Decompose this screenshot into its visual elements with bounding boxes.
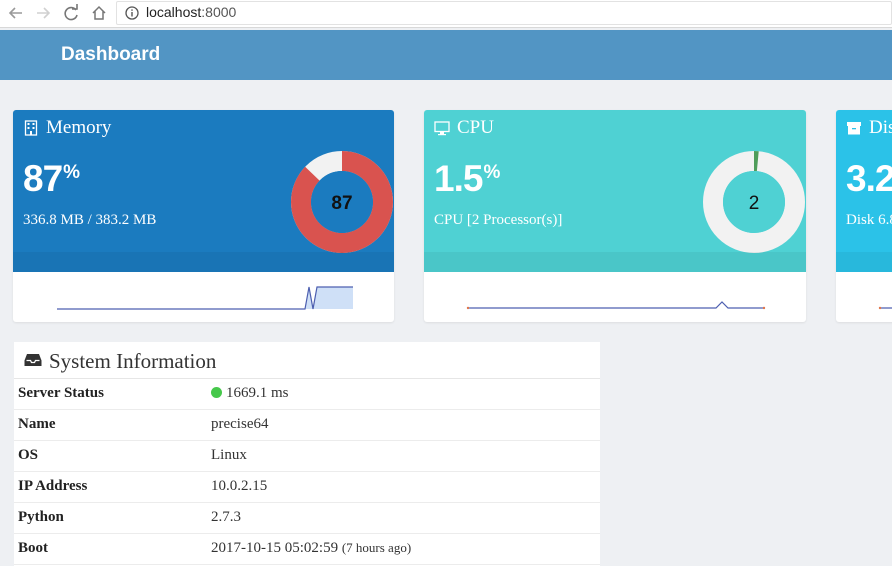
row-value: 10.0.2.15 — [211, 478, 268, 494]
cpu-processor-detail: CPU [2 Processor(s)] — [434, 212, 563, 228]
row-key: Server Status — [18, 385, 104, 401]
disk-sparkline — [878, 306, 892, 310]
reload-icon[interactable] — [60, 2, 82, 24]
memory-percent: 87% — [23, 158, 80, 199]
system-information-header: System Information — [14, 342, 600, 379]
home-icon[interactable] — [88, 2, 110, 24]
monitor-icon — [434, 120, 450, 136]
row-value: precise64 — [211, 416, 269, 432]
page-title: Dashboard — [61, 44, 161, 65]
cpu-donut-label: 2 — [749, 193, 760, 214]
table-row-name: Name precise64 — [14, 410, 600, 441]
row-key: OS — [18, 447, 39, 463]
cpu-percent: 1.5% — [434, 158, 500, 199]
forward-arrow-icon[interactable] — [32, 2, 54, 24]
url-text: localhost:8000 — [146, 4, 237, 20]
disk-card: Disk 3.2 Disk 6.8 — [836, 110, 892, 322]
table-row-ip-address: IP Address 10.0.2.15 — [14, 472, 600, 503]
disk-value: 3.2 — [846, 158, 892, 199]
memory-sparkline — [57, 286, 353, 310]
memory-title: Memory — [46, 117, 112, 138]
memory-donut-label: 87 — [331, 193, 352, 214]
address-bar[interactable]: localhost:8000 — [116, 1, 892, 25]
table-row-server-status: Server Status 1669.1 ms — [14, 379, 600, 410]
memory-card: Memory 87% 336.8 MB / 383.2 MB 87 — [13, 110, 394, 322]
row-value: 2.7.3 — [211, 509, 241, 525]
cpu-card-header: CPU 1.5% CPU [2 Processor(s)] 2 — [424, 110, 806, 272]
row-key: IP Address — [18, 478, 88, 494]
app-header: Dashboard — [0, 30, 892, 80]
inbox-icon — [24, 353, 42, 367]
disk-detail: Disk 6.8 — [846, 212, 892, 228]
disk-title: Disk — [869, 117, 892, 138]
table-row-os: OS Linux — [14, 441, 600, 472]
browser-toolbar: localhost:8000 — [0, 0, 892, 28]
memory-donut-chart: 87 — [291, 151, 393, 253]
building-icon — [23, 120, 39, 136]
disk-card-header: Disk 3.2 Disk 6.8 — [836, 110, 892, 272]
back-arrow-icon[interactable] — [5, 2, 27, 24]
info-icon[interactable] — [125, 6, 139, 20]
table-row-boot: Boot 2017-10-15 05:02:59 (7 hours ago) — [14, 534, 600, 565]
row-key: Python — [18, 509, 64, 525]
row-key: Name — [18, 416, 56, 432]
memory-card-header: Memory 87% 336.8 MB / 383.2 MB 87 — [13, 110, 394, 272]
row-value: 2017-10-15 05:02:59 (7 hours ago) — [211, 540, 412, 556]
archive-icon — [846, 120, 862, 136]
row-value: 1669.1 ms — [211, 385, 289, 402]
cpu-title: CPU — [457, 117, 494, 138]
memory-usage-detail: 336.8 MB / 383.2 MB — [23, 212, 157, 228]
row-value: Linux — [211, 447, 247, 463]
cpu-card: CPU 1.5% CPU [2 Processor(s)] 2 — [424, 110, 806, 322]
system-information-title: System Information — [49, 349, 217, 373]
cpu-sparkline — [466, 301, 766, 310]
table-row-python: Python 2.7.3 — [14, 503, 600, 534]
row-key: Boot — [18, 540, 48, 556]
cpu-donut-chart: 2 — [703, 151, 805, 253]
system-information-panel: System Information Server Status 1669.1 … — [14, 342, 600, 566]
status-dot — [211, 387, 222, 398]
